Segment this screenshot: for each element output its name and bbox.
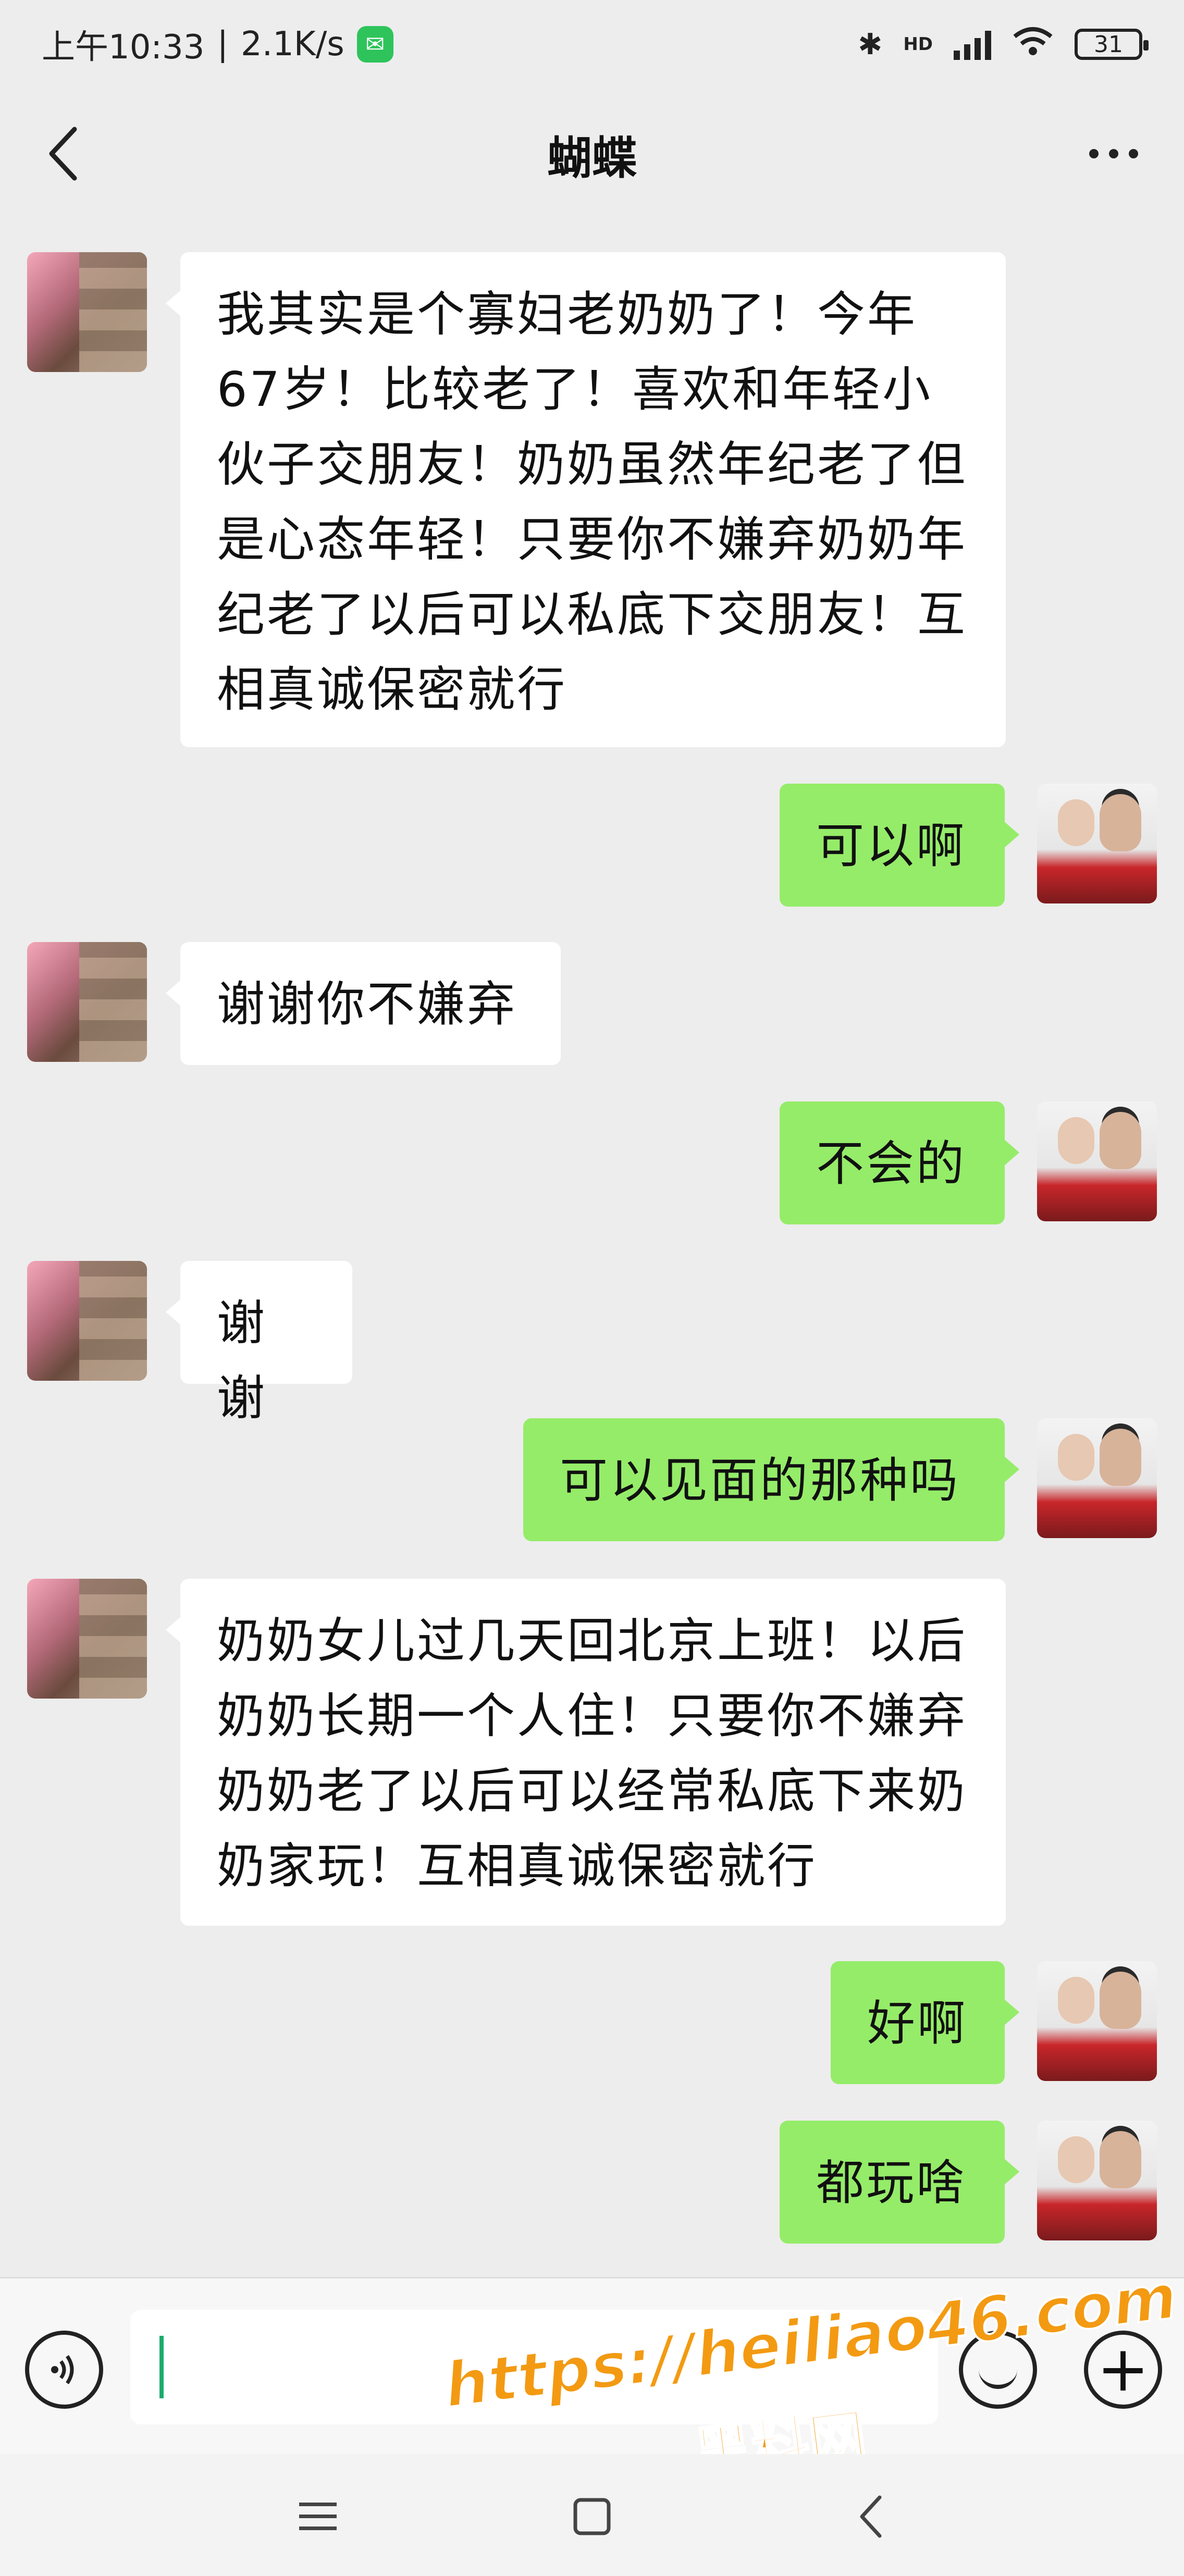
chat-title: 蝴蝶	[547, 132, 637, 184]
status-speed: 2.1K/s	[241, 25, 344, 64]
outgoing-message[interactable]: 可以啊	[780, 784, 1019, 907]
wechat-notification-icon: ✉	[356, 26, 393, 63]
status-left: 上午10:33 | 2.1K/s ✉	[42, 20, 393, 68]
message-text: 谢谢你不嫌弃	[217, 976, 517, 1032]
home-button[interactable]	[550, 2485, 634, 2548]
status-separator: |	[217, 25, 228, 64]
message-text: 可以啊	[816, 818, 967, 874]
signal-icon	[954, 29, 991, 60]
back-triangle-icon	[860, 2495, 882, 2538]
system-back-button[interactable]	[829, 2485, 912, 2548]
incoming-message[interactable]: 我其实是个寡妇老奶奶了！今年 67岁！比较老了！喜欢和年轻小伙子交朋友！奶奶虽然…	[166, 252, 1006, 747]
message-text: 谢谢	[217, 1295, 267, 1426]
outgoing-message[interactable]: 可以见面的那种吗	[523, 1418, 1019, 1541]
message-text: 可以见面的那种吗	[560, 1453, 960, 1508]
message-text: 都玩啥	[816, 2155, 967, 2211]
message-text: 奶奶女儿过几天回北京上班！以后奶奶长期一个人住！只要你不嫌弃奶奶老了以后可以经常…	[217, 1613, 968, 1894]
incoming-message[interactable]: 谢谢你不嫌弃	[166, 942, 561, 1065]
wifi-icon	[1012, 25, 1054, 64]
battery-level: 31	[1094, 31, 1123, 58]
battery-icon: 31	[1075, 29, 1149, 60]
my-avatar[interactable]	[1037, 1961, 1157, 2081]
contact-avatar[interactable]	[27, 1579, 147, 1699]
message-text: 我其实是个寡妇老奶奶了！今年 67岁！比较老了！喜欢和年轻小伙子交朋友！奶奶虽然…	[217, 287, 968, 717]
outgoing-message[interactable]: 好啊	[831, 1961, 1019, 2084]
system-navigation-bar	[0, 2454, 1184, 2576]
incoming-message[interactable]: 奶奶女儿过几天回北京上班！以后奶奶长期一个人住！只要你不嫌弃奶奶老了以后可以经常…	[166, 1579, 1006, 1926]
my-avatar[interactable]	[1037, 784, 1157, 903]
contact-avatar[interactable]	[27, 942, 147, 1062]
bluetooth-icon: ✱	[858, 27, 883, 61]
more-dot-icon	[1129, 149, 1138, 158]
my-avatar[interactable]	[1037, 1418, 1157, 1538]
more-dot-icon	[1089, 149, 1099, 158]
chevron-left-icon	[49, 127, 77, 181]
status-right: ✱ HD 31	[858, 25, 1149, 64]
contact-avatar[interactable]	[27, 1261, 147, 1381]
back-button[interactable]	[31, 120, 94, 188]
outgoing-message[interactable]: 不会的	[780, 1101, 1019, 1224]
message-text: 不会的	[816, 1136, 967, 1192]
more-options-button[interactable]	[1075, 120, 1153, 188]
my-avatar[interactable]	[1037, 2121, 1157, 2240]
status-time: 上午10:33	[42, 28, 205, 67]
voice-input-button[interactable]	[25, 2331, 103, 2409]
contact-avatar[interactable]	[27, 252, 147, 372]
status-bar: 上午10:33 | 2.1K/s ✉ ✱ HD 31	[0, 0, 1184, 89]
message-text: 好啊	[867, 1996, 968, 2051]
recent-apps-button[interactable]	[276, 2485, 360, 2548]
square-icon	[573, 2498, 611, 2535]
voice-icon	[51, 2355, 74, 2384]
menu-icon	[299, 2503, 337, 2530]
text-caret	[159, 2336, 164, 2398]
network-label: HD	[903, 34, 933, 55]
chat-header: 蝴蝶	[0, 89, 1184, 219]
incoming-message[interactable]: 谢谢	[166, 1261, 352, 1426]
my-avatar[interactable]	[1037, 1101, 1157, 1221]
more-dot-icon	[1109, 149, 1118, 158]
outgoing-message[interactable]: 都玩啥	[780, 2121, 1019, 2244]
